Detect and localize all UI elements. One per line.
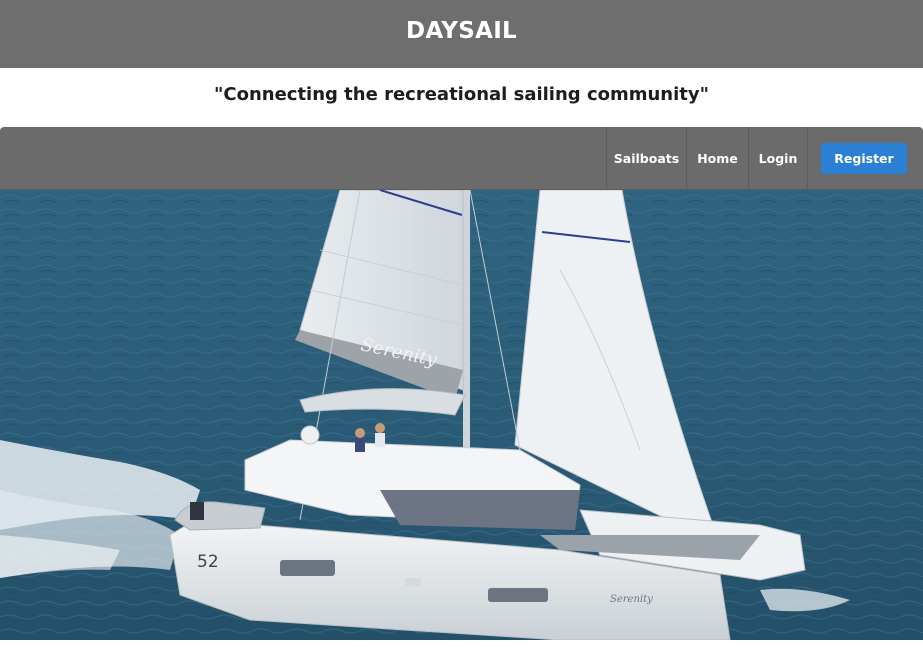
nav-item-sailboats[interactable]: Sailboats xyxy=(606,127,686,190)
hero-image: Serenity 52 Serenity xyxy=(0,190,923,640)
register-button[interactable]: Register xyxy=(821,143,907,174)
nav-item-register: Register xyxy=(807,127,923,190)
nav-item-home[interactable]: Home xyxy=(686,127,748,190)
nav-list: Sailboats Home Login Register xyxy=(606,127,923,190)
catamaran-photo: Serenity 52 Serenity xyxy=(0,190,923,640)
tagline-bar: "Connecting the recreational sailing com… xyxy=(0,68,923,127)
main-navbar: Sailboats Home Login Register xyxy=(0,127,923,190)
tagline: "Connecting the recreational sailing com… xyxy=(213,84,710,105)
nav-item-login[interactable]: Login xyxy=(748,127,807,190)
nav-item-label: Login xyxy=(758,151,798,166)
hull-number: 52 xyxy=(197,552,219,572)
hull-name-text: Serenity xyxy=(610,594,653,605)
page: DAYSAIL "Connecting the recreational sai… xyxy=(0,0,923,670)
site-title[interactable]: DAYSAIL xyxy=(406,18,517,44)
nav-item-label: Sailboats xyxy=(613,151,680,166)
nav-item-label: Home xyxy=(697,151,738,166)
site-header: DAYSAIL xyxy=(0,0,923,68)
